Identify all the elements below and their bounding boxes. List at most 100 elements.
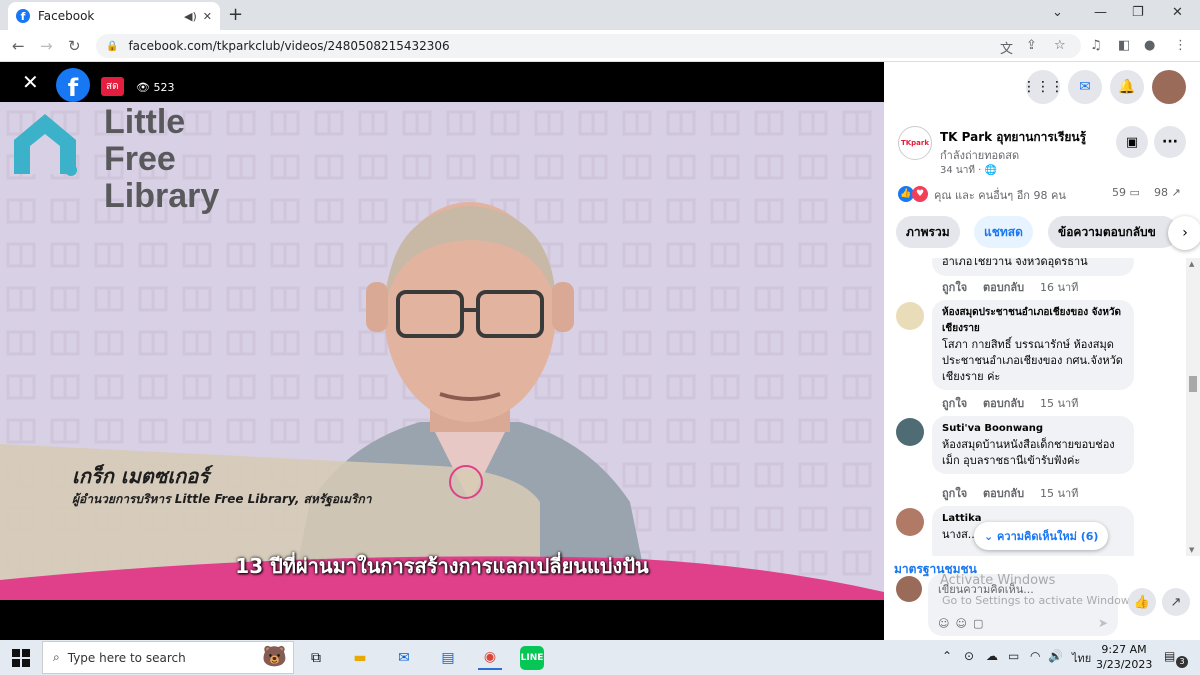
comments-scrollbar[interactable]: ▲ ▼ xyxy=(1186,258,1200,556)
task-view-icon[interactable]: ⧉ xyxy=(304,646,328,670)
commenter-name[interactable]: ห้องสมุดประชาชนอำเภอเชียงของ จังหวัดเชีย… xyxy=(942,305,1124,337)
line-app-icon[interactable]: LINE xyxy=(520,646,544,670)
media-control-icon[interactable]: ♫ xyxy=(1090,38,1102,53)
location-icon[interactable]: ⊙ xyxy=(964,649,974,663)
messenger-icon[interactable]: ✉ xyxy=(1068,70,1102,104)
sticker-icon[interactable]: ☺ xyxy=(938,617,955,630)
comment-actions: ถูกใจ ตอบกลับ 15 นาที xyxy=(942,484,1090,502)
more-options-button[interactable]: ··· xyxy=(1154,126,1186,158)
menu-grid-icon[interactable]: ⋮⋮⋮ xyxy=(1022,70,1064,104)
close-window-button[interactable]: ✕ xyxy=(1172,5,1183,20)
notifications-icon[interactable]: ▤ xyxy=(1164,649,1175,663)
scroll-down-icon[interactable]: ▼ xyxy=(1189,546,1194,554)
logo-line-2: Free xyxy=(104,140,176,178)
commenter-name[interactable]: Suti'va Boonwang xyxy=(942,421,1124,437)
scrollbar-thumb[interactable] xyxy=(1189,376,1197,392)
comment-text: อำเภอไชยวาน จังหวัดอุดรธานี xyxy=(942,258,1088,268)
speaker-icon[interactable]: ◀) xyxy=(184,10,197,23)
share-page-icon[interactable]: ⇪ xyxy=(1026,38,1037,53)
url-text: facebook.com/tkparkclub/videos/248050821… xyxy=(128,39,450,53)
taskbar-clock[interactable]: 9:27 AM 3/23/2023 xyxy=(1096,642,1152,672)
video-top-bar: ✕ f สด 👁 523 xyxy=(0,62,884,102)
comment-time: 15 นาที xyxy=(1039,397,1079,410)
tab-overview[interactable]: ภาพรวม xyxy=(896,216,960,248)
profile-icon[interactable]: ● xyxy=(1144,38,1155,53)
save-post-button[interactable]: ▣ xyxy=(1116,126,1148,158)
volume-icon[interactable]: 🔊 xyxy=(1048,649,1063,663)
video-player[interactable]: ✕ f สด 👁 523 Little Free Library เกร็ก เ… xyxy=(0,62,884,640)
input-language[interactable]: ไทย xyxy=(1072,649,1091,667)
browser-tab-facebook[interactable]: f Facebook ◀) ✕ xyxy=(8,2,220,30)
wifi-icon[interactable]: ◠ xyxy=(1030,649,1040,663)
tab-search-icon[interactable]: ⌄ xyxy=(1052,5,1063,20)
commenter-avatar[interactable] xyxy=(896,302,924,330)
commenter-avatar[interactable] xyxy=(896,418,924,446)
restore-button[interactable]: ❐ xyxy=(1132,5,1144,20)
comment-bubble: ห้องสมุดประชาชนอำเภอเชียงของ จังหวัดเชีย… xyxy=(932,300,1134,390)
send-icon[interactable]: ➤ xyxy=(1098,616,1108,630)
url-field[interactable]: 🔒 facebook.com/tkparkclub/videos/2480508… xyxy=(96,34,1081,58)
like-button[interactable]: 👍 xyxy=(1128,588,1156,616)
notifications-bell-icon[interactable]: 🔔 xyxy=(1110,70,1144,104)
taskbar-search[interactable]: ⌕ Type here to search 🐻 xyxy=(42,641,294,674)
reload-icon[interactable]: ↻ xyxy=(68,37,81,55)
battery-icon[interactable]: ▭ xyxy=(1008,649,1019,663)
account-avatar[interactable] xyxy=(1152,70,1186,104)
comment-bubble: Suti'va Boonwang ห้องสมุดบ้านหนังสือเด็ก… xyxy=(932,416,1134,474)
show-hidden-icons-icon[interactable]: ⌃ xyxy=(942,649,952,663)
tab-replies[interactable]: ข้อความตอบกลับข xyxy=(1048,216,1178,248)
like-comment-button[interactable]: ถูกใจ xyxy=(942,487,967,500)
video-subtitle: 13 ปีที่ผ่านมาในการสร้างการแลกเปลี่ยนแบ่… xyxy=(235,554,649,578)
eye-icon: 👁 xyxy=(136,81,154,94)
activate-windows-subtitle: Go to Settings to activate Windows. xyxy=(942,594,1140,607)
page-avatar[interactable]: TKpark xyxy=(898,126,932,160)
file-explorer-icon[interactable]: ▬ xyxy=(348,646,372,670)
reaction-summary[interactable]: 👍 ♥ คุณ และ คนอื่นๆ อีก 98 คน 59 ▭ 98 ↗ xyxy=(898,184,1198,204)
browser-menu-icon[interactable]: ⋮ xyxy=(1174,38,1187,53)
windows-taskbar: ⌕ Type here to search 🐻 ⧉ ▬ ✉ ▤ ◉ LINE ⌃… xyxy=(0,640,1200,675)
commenter-avatar[interactable] xyxy=(896,508,924,536)
network-status-icon[interactable]: ☁ xyxy=(986,649,998,663)
close-tab-icon[interactable]: ✕ xyxy=(203,10,212,23)
windows-start-icon[interactable] xyxy=(12,649,30,667)
page-status: กำลังถ่ายทอดสด xyxy=(940,149,1020,162)
page-name[interactable]: TK Park อุทยานการเรียนรู้ xyxy=(940,128,1086,147)
reply-comment-button[interactable]: ตอบกลับ xyxy=(983,397,1024,410)
side-panel-icon[interactable]: ◧ xyxy=(1118,38,1130,53)
minimize-button[interactable]: — xyxy=(1094,5,1107,20)
back-icon[interactable]: ← xyxy=(12,37,25,55)
new-tab-button[interactable]: + xyxy=(228,4,243,25)
chevron-right-icon[interactable]: › xyxy=(1168,216,1200,250)
emoji-icon[interactable]: ☺ xyxy=(955,617,972,630)
tab-live-chat[interactable]: แชทสด xyxy=(974,216,1033,248)
store-icon[interactable]: ▤ xyxy=(436,646,460,670)
facebook-logo-icon[interactable]: f xyxy=(56,68,90,102)
reply-comment-button[interactable]: ตอบกลับ xyxy=(983,281,1024,294)
chrome-icon[interactable]: ◉ xyxy=(478,646,502,670)
facebook-favicon-icon: f xyxy=(16,9,30,23)
share-button[interactable]: ↗ xyxy=(1162,588,1190,616)
close-video-icon[interactable]: ✕ xyxy=(22,70,39,94)
share-count[interactable]: 98 ↗ xyxy=(1154,186,1181,199)
translate-icon[interactable]: 文 xyxy=(1000,38,1013,57)
comment-count-value: 59 xyxy=(1112,186,1126,199)
comment-bubble: อำเภอไชยวาน จังหวัดอุดรธานี xyxy=(932,258,1134,276)
like-comment-button[interactable]: ถูกใจ xyxy=(942,281,967,294)
bookmark-star-icon[interactable]: ☆ xyxy=(1054,38,1066,53)
like-comment-button[interactable]: ถูกใจ xyxy=(942,397,967,410)
gif-icon[interactable]: ▢ xyxy=(973,617,989,630)
notification-count-badge: 3 xyxy=(1176,656,1188,668)
forward-icon[interactable]: → xyxy=(40,37,53,55)
post-sidebar: ⋮⋮⋮ ✉ 🔔 TKpark TK Park อุทยานการเรียนรู้… xyxy=(884,62,1200,640)
comment-text: ห้องสมุดบ้านหนังสือเด็กชายขอบช่องเม็ก อุ… xyxy=(942,438,1115,467)
comment-count[interactable]: 59 ▭ xyxy=(1112,186,1140,199)
activate-windows-title: Activate Windows xyxy=(940,573,1056,588)
chevron-down-icon: ⌄ xyxy=(984,529,998,543)
reply-comment-button[interactable]: ตอบกลับ xyxy=(983,487,1024,500)
my-avatar xyxy=(896,576,922,602)
scroll-up-icon[interactable]: ▲ xyxy=(1189,260,1194,268)
mail-icon[interactable]: ✉ xyxy=(392,646,416,670)
sidebar-tabs: ภาพรวม แชทสด ข้อความตอบกลับข › xyxy=(896,216,1200,250)
comment-actions: ถูกใจ ตอบกลับ 16 นาที xyxy=(942,278,1090,296)
new-comments-button[interactable]: ⌄ ความคิดเห็นใหม่ (6) xyxy=(974,522,1109,550)
